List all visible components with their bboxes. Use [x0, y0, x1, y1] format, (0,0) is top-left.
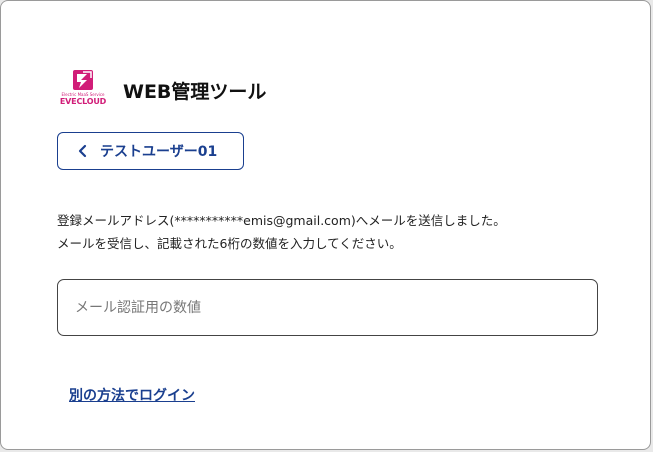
instruction-line-1: 登録メールアドレス(***********emis@gmail.com)へメール… [57, 213, 506, 228]
verification-code-input[interactable] [57, 279, 598, 336]
logo-wordmark: EVECLOUD [59, 97, 107, 106]
evecloud-logo: Electric MaaS Service EVECLOUD [57, 69, 109, 111]
page-title: WEB管理ツール [123, 80, 267, 103]
back-button-label: テストユーザー01 [100, 144, 218, 160]
back-button[interactable]: テストユーザー01 [57, 132, 244, 170]
header: Electric MaaS Service EVECLOUD WEB管理ツール [57, 69, 266, 111]
evecloud-logo-mark-icon [73, 70, 93, 90]
instruction-message: 登録メールアドレス(***********emis@gmail.com)へメール… [57, 209, 617, 255]
alternative-login-link[interactable]: 別の方法でログイン [69, 385, 195, 405]
login-card: Electric MaaS Service EVECLOUD WEB管理ツール … [0, 0, 651, 450]
instruction-line-2: メールを受信し、記載された6桁の数値を入力してください。 [57, 236, 402, 251]
chevron-left-icon [78, 144, 87, 158]
